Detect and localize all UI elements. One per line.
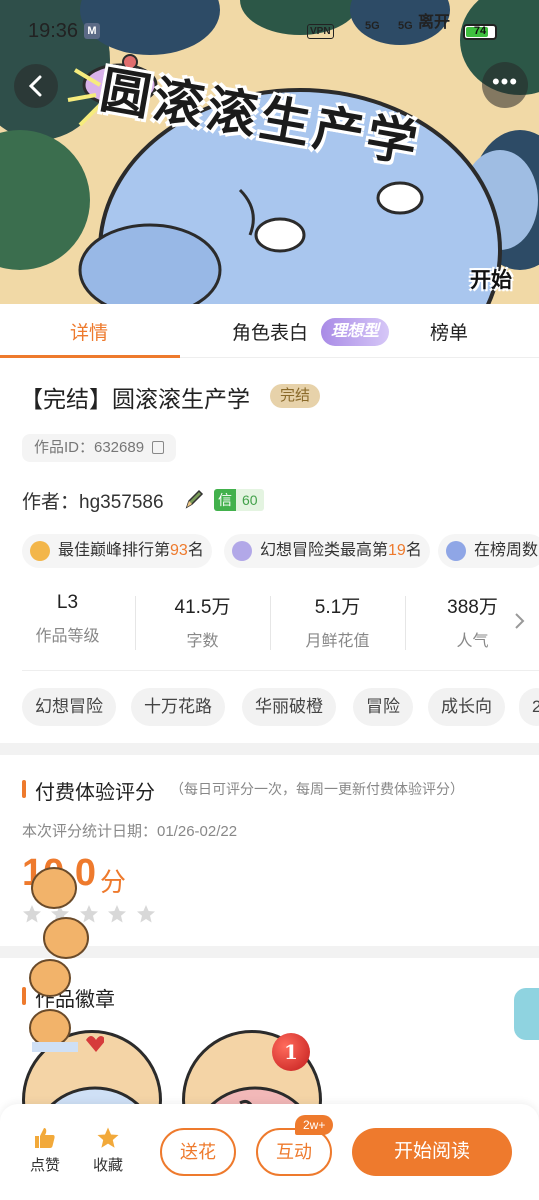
chart-icon: [30, 541, 50, 561]
stats-row[interactable]: L3 作品等级 41.5万 字数 5.1万 月鲜花值 388万 人气: [0, 592, 539, 654]
tab-details[interactable]: 详情: [70, 318, 108, 345]
author-name[interactable]: hg357586: [79, 492, 164, 513]
stat-value: 41.5万: [174, 597, 231, 618]
achievement-text: 在榜周数: [474, 542, 539, 559]
copy-icon[interactable]: [152, 441, 165, 454]
like-label: 点赞: [29, 1157, 60, 1174]
battery-level: 74: [473, 25, 487, 37]
work-id-chip[interactable]: 作品ID：632689: [22, 434, 177, 462]
achievement-chip-category-rank[interactable]: 幻想冒险类最高第19名: [224, 534, 430, 568]
tag-chip[interactable]: 十万花路: [131, 688, 225, 726]
stat-label: 月鲜花值: [305, 633, 370, 650]
collect-button[interactable]: 收藏: [83, 1126, 133, 1175]
tag-chip[interactable]: 成长向: [428, 688, 505, 726]
status-badge: 完结: [270, 384, 321, 408]
achievement-suffix: 名: [187, 542, 204, 559]
star-icon: [97, 1127, 119, 1148]
send-flower-button[interactable]: 送花: [160, 1128, 236, 1176]
tab-rankings[interactable]: 榜单: [430, 318, 468, 345]
achievement-number: 19: [388, 542, 406, 559]
stat-level: L3 作品等级: [0, 592, 135, 646]
divider: [22, 670, 539, 671]
section-marker: [22, 780, 26, 798]
like-button[interactable]: 点赞: [20, 1126, 70, 1175]
list-icon: [446, 541, 466, 561]
status-bar: 19:36 M VPN 5G 5G 离开 74: [0, 0, 539, 56]
star-badge-icon: [232, 541, 252, 561]
thumbs-up-icon: [35, 1128, 55, 1148]
back-arrow-icon: [28, 75, 42, 97]
achievement-chip-weeks-on-list[interactable]: 在榜周数: [438, 534, 539, 568]
interact-count-badge: 2w+: [295, 1115, 334, 1135]
work-id-text: 作品ID：632689: [34, 439, 145, 456]
stat-label: 作品等级: [35, 628, 100, 645]
cover-image: 19:36 M VPN 5G 5G 离开 74 ••• 圆滚滚生产学 开始: [0, 0, 539, 304]
book-title: 【完结】圆滚滚生产学: [20, 386, 250, 412]
cover-start-label: 开始: [470, 269, 512, 292]
status-carrier-text: 离开: [418, 14, 451, 31]
rating-note: （每日可评分一次，每周一更新付费体验评分）: [170, 781, 464, 797]
signal-icon: 5G: [365, 20, 380, 32]
status-time: 19:36: [28, 20, 79, 42]
start-reading-button[interactable]: 开始阅读: [352, 1128, 512, 1176]
section-separator: [0, 743, 539, 755]
author-row[interactable]: 作者：hg357586: [22, 487, 164, 514]
tab-badge-ideal-type: 理想型: [321, 318, 390, 346]
interact-button[interactable]: 互动: [256, 1128, 332, 1176]
stat-label: 字数: [186, 633, 219, 650]
stat-monthly-flowers: 5.1万 月鲜花值: [270, 592, 405, 651]
achievement-number: 93: [170, 542, 188, 559]
achievement-text: 幻想冒险类最高第: [260, 542, 389, 559]
tag-chip[interactable]: 2: [519, 688, 539, 726]
rating-date: 本次评分统计日期：01/26-02/22: [22, 823, 238, 840]
rating-title: 付费体验评分: [35, 782, 155, 804]
credit-value: 60: [236, 489, 264, 511]
tag-chip[interactable]: 幻想冒险: [22, 688, 116, 726]
more-options-button[interactable]: •••: [482, 62, 528, 108]
achievement-suffix: 名: [405, 542, 422, 559]
credit-score-badge: 信 60: [214, 489, 264, 511]
credit-key: 信: [214, 489, 236, 511]
signal-icon-2: 5G: [398, 20, 413, 32]
star-icon: [108, 905, 127, 923]
back-button[interactable]: [14, 64, 58, 108]
chevron-right-icon[interactable]: [512, 612, 526, 630]
stat-value: L3: [56, 592, 79, 613]
tab-active-indicator: [0, 355, 180, 358]
badge-count: 1: [272, 1033, 310, 1071]
collect-label: 收藏: [92, 1157, 123, 1174]
tab-bar: 详情 角色表白 理想型 榜单: [0, 304, 539, 358]
stat-word-count: 41.5万 字数: [135, 592, 270, 651]
tag-chip[interactable]: 冒险: [353, 688, 413, 726]
stat-label: 人气: [456, 633, 489, 650]
pencil-icon: [185, 489, 204, 509]
more-dots-icon: •••: [491, 69, 519, 94]
battery-icon: 74: [463, 24, 497, 40]
tab-character-confession[interactable]: 角色表白: [232, 318, 308, 345]
mail-icon: M: [84, 23, 100, 39]
vpn-indicator: VPN: [307, 24, 334, 39]
bottom-action-bar: 点赞 收藏 送花 互动 开始阅读: [0, 1104, 539, 1200]
achievement-text: 最佳巅峰排行第: [58, 542, 171, 559]
stat-value: 5.1万: [314, 597, 361, 618]
star-icon: [136, 905, 155, 923]
achievement-chip-peak-rank[interactable]: 最佳巅峰排行第93名: [22, 534, 212, 568]
tag-chip[interactable]: 华丽破橙: [242, 688, 336, 726]
sticker-overlay: [29, 867, 104, 1052]
floating-side-button[interactable]: [514, 988, 539, 1040]
author-label: 作者：: [22, 492, 80, 513]
